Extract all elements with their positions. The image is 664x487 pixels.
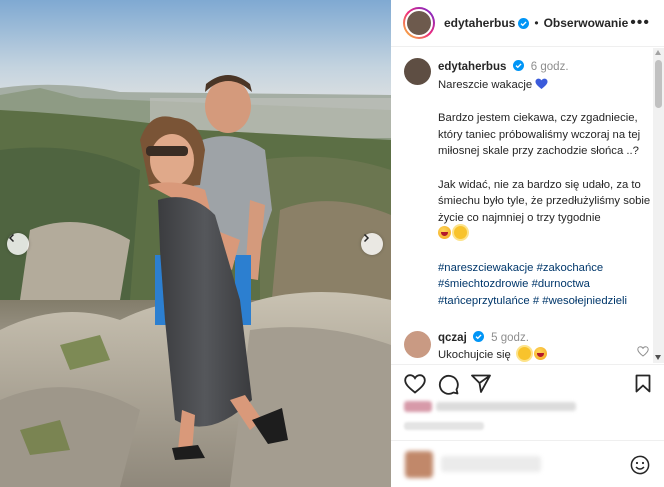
hashtag-link[interactable]: #durnoctwa (532, 278, 590, 290)
post-side-panel: edytaherbus • Obserwowanie ••• edytaherb… (391, 0, 664, 487)
previous-image-button[interactable] (7, 233, 29, 255)
emoji-icon[interactable] (630, 455, 650, 475)
winking-emoji-icon (533, 347, 547, 360)
caption-username[interactable]: edytaherbus (438, 61, 506, 73)
share-icon[interactable] (471, 374, 491, 393)
sun-emoji-icon (454, 226, 467, 240)
hashtag-link[interactable]: # (533, 295, 539, 307)
scroll-up-arrow[interactable] (655, 50, 661, 55)
liker-avatars-blurred (404, 401, 432, 412)
comment-text: Ukochujcie się (438, 347, 550, 361)
photo-scene (0, 0, 391, 487)
add-comment-bar (391, 440, 664, 487)
caption-text: Nareszcie wakacje Bardzo jestem ciekawa,… (438, 77, 653, 326)
post-header: edytaherbus • Obserwowanie ••• (391, 0, 664, 47)
comment-header: qczaj 5 godz. (438, 331, 529, 344)
following-button[interactable]: Obserwowanie (544, 16, 629, 30)
caption-line-1: Nareszcie wakacje (438, 77, 653, 94)
caption-hashtags: #nareszciewakacje #zakochańce #śmiechtoz… (438, 260, 653, 310)
more-options-button[interactable]: ••• (630, 14, 650, 32)
verified-badge-icon (472, 331, 484, 342)
verified-badge-icon (512, 60, 524, 71)
chevron-left-icon (8, 233, 15, 243)
heart-icon[interactable] (404, 374, 426, 394)
verified-badge-icon (518, 17, 530, 29)
separator-dot: • (534, 16, 539, 30)
comment-time[interactable]: 5 godz. (491, 332, 529, 344)
bookmark-icon[interactable] (635, 374, 651, 393)
caption-header: edytaherbus 6 godz. (438, 60, 569, 73)
post-photo[interactable] (0, 0, 391, 487)
comments-scrollbar[interactable] (653, 48, 664, 363)
hashtag-link[interactable]: #śmiechtozdrowie (438, 278, 528, 290)
caption-line-3: Jak widać, nie za bardzo się udało, za t… (438, 177, 653, 243)
hashtag-link[interactable]: #zakochańce (537, 262, 604, 274)
likes-summary-blurred[interactable] (404, 398, 576, 416)
commenter-username[interactable]: qczaj (438, 332, 467, 344)
next-image-button[interactable] (361, 233, 383, 255)
scroll-down-arrow[interactable] (655, 355, 661, 360)
blue-heart-emoji-icon (535, 78, 548, 89)
likes-text-blurred (436, 402, 576, 411)
grinning-emoji-icon (438, 226, 451, 240)
comment-item: qczaj 5 godz. Ukochujcie się (404, 331, 653, 361)
hashtag-link[interactable]: #wesołejniedzieli (542, 295, 627, 307)
comment-icon[interactable] (438, 374, 459, 395)
hashtag-link[interactable]: #nareszciewakacje (438, 262, 533, 274)
comment-like-heart-icon[interactable] (637, 346, 649, 357)
hashtag-link[interactable]: #tańceprzytulańce (438, 295, 530, 307)
caption-avatar[interactable] (404, 58, 431, 85)
author-avatar[interactable] (403, 7, 435, 39)
add-comment-input[interactable] (441, 456, 541, 472)
comments-section: edytaherbus 6 godz. Nareszcie wakacje Ba… (391, 48, 653, 363)
caption-time[interactable]: 6 godz. (531, 61, 569, 73)
caption-line-2: Bardzo jestem ciekawa, czy zgadniecie, k… (438, 112, 641, 158)
commenter-avatar[interactable] (404, 331, 431, 358)
viewer-avatar-blurred (405, 451, 433, 478)
sun-emoji-icon (517, 347, 531, 360)
post-date-blurred (404, 422, 484, 430)
author-username[interactable]: edytaherbus (444, 16, 515, 30)
scrollbar-thumb[interactable] (655, 60, 662, 108)
chevron-right-icon (363, 233, 370, 243)
